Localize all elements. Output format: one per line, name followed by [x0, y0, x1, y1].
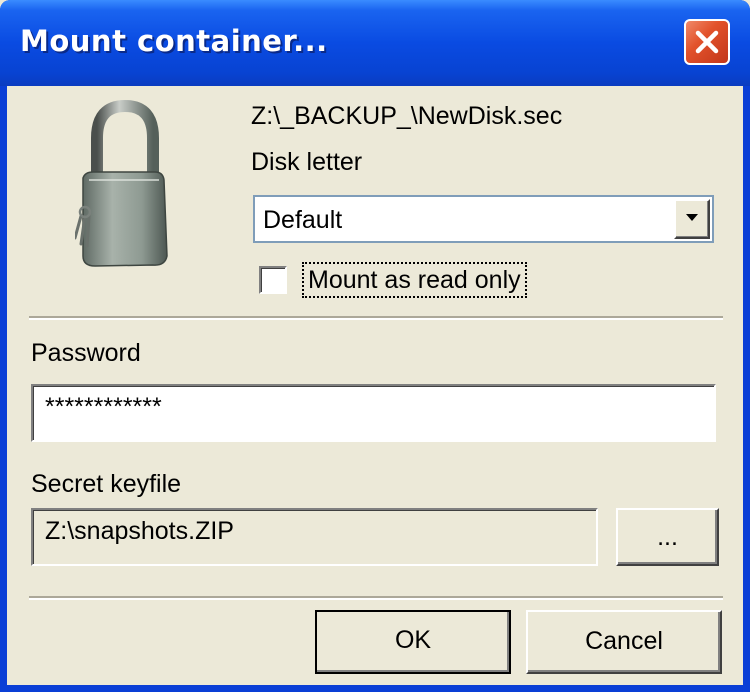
title-bar[interactable]: Mount container...	[0, 0, 750, 86]
password-value: ************	[45, 393, 162, 421]
padlock-icon	[75, 99, 168, 267]
password-input[interactable]: ************	[31, 384, 716, 442]
close-button[interactable]	[684, 19, 730, 65]
divider	[29, 316, 723, 320]
container-file-path: Z:\_BACKUP_\NewDisk.sec	[251, 102, 563, 130]
read-only-label[interactable]: Mount as read only	[302, 262, 527, 298]
disk-letter-dropdown-button[interactable]	[674, 199, 710, 239]
disk-letter-select[interactable]: Default	[253, 195, 714, 243]
mount-container-dialog: Mount container... Z:\_BACKUP_\NewDisk.s…	[0, 0, 750, 692]
dialog-title: Mount container...	[20, 24, 328, 58]
keyfile-field[interactable]: Z:\snapshots.ZIP	[31, 508, 598, 566]
password-label: Password	[31, 339, 141, 367]
dialog-body: Z:\_BACKUP_\NewDisk.sec Disk letter Defa…	[7, 86, 743, 685]
divider	[29, 596, 723, 600]
cancel-button[interactable]: Cancel	[526, 610, 722, 674]
disk-letter-value: Default	[263, 206, 343, 234]
read-only-checkbox[interactable]	[259, 266, 287, 294]
disk-letter-label: Disk letter	[251, 148, 363, 176]
close-icon	[695, 30, 719, 54]
chevron-down-icon	[686, 214, 698, 221]
ok-button[interactable]: OK	[315, 610, 511, 674]
keyfile-label: Secret keyfile	[31, 470, 182, 498]
browse-keyfile-button[interactable]: ...	[616, 508, 719, 566]
keyfile-value: Z:\snapshots.ZIP	[45, 517, 234, 545]
